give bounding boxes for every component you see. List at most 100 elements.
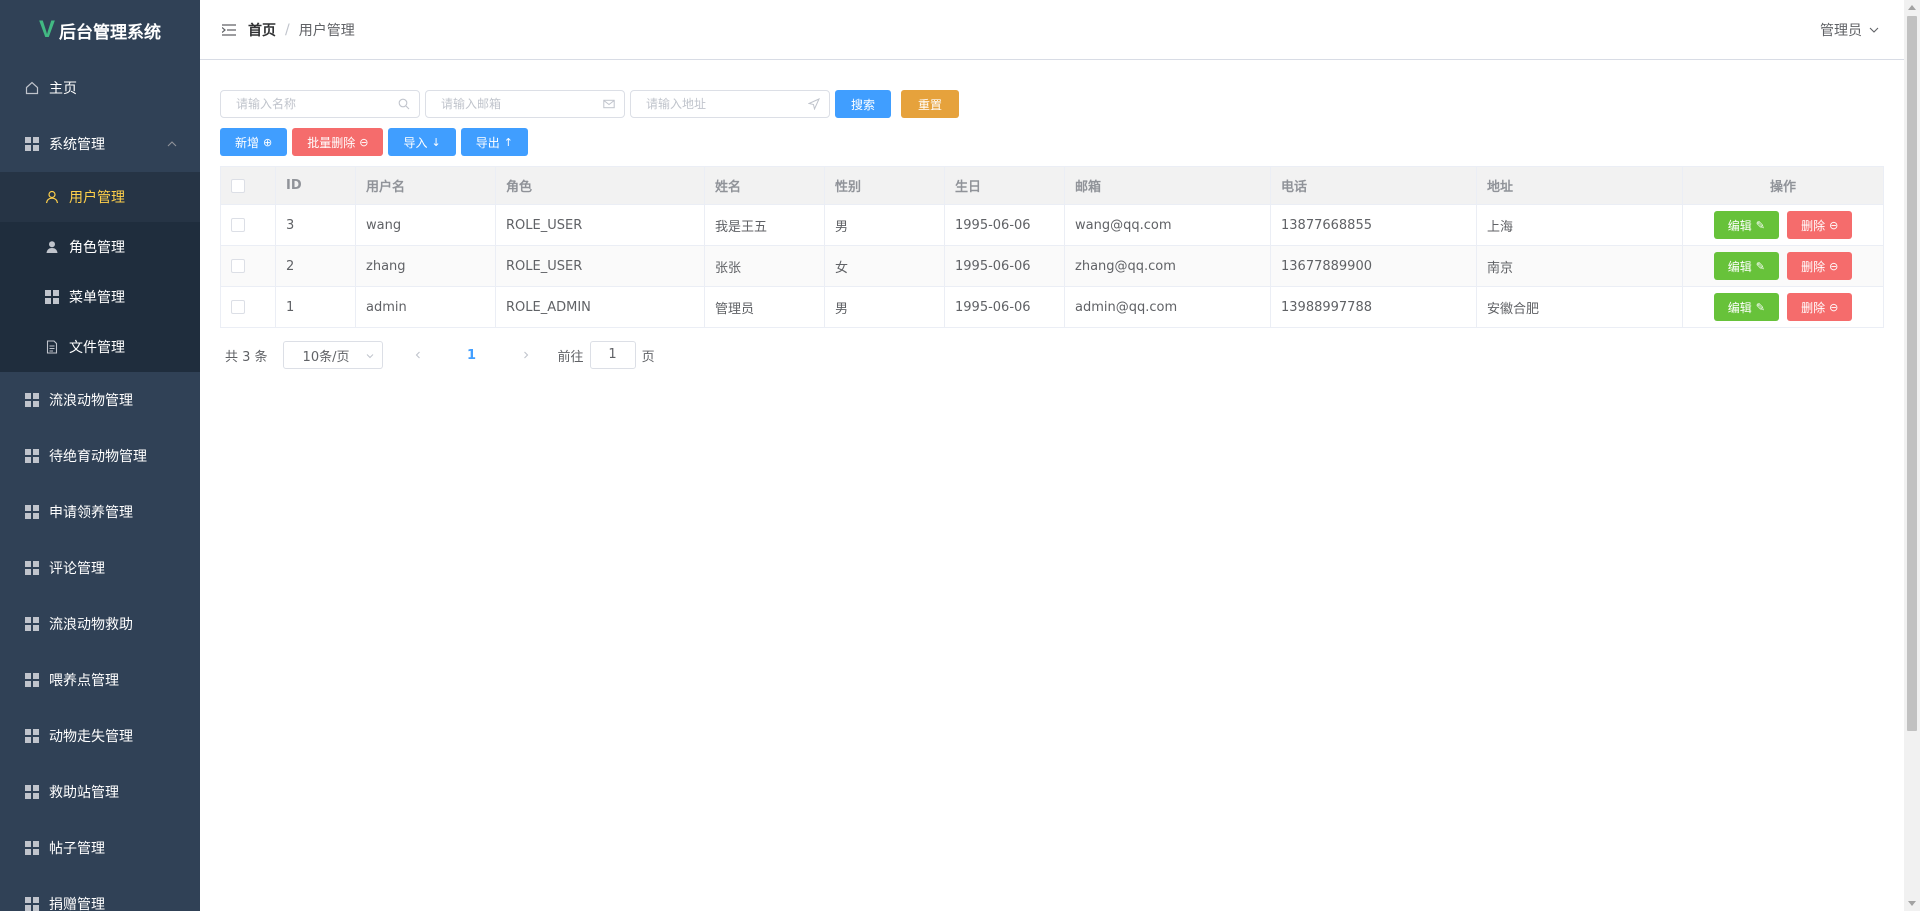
grid-icon [24, 616, 40, 632]
address-search-input[interactable] [631, 91, 829, 117]
scroll-up-arrow[interactable] [1908, 5, 1916, 10]
user-name: 管理员 [1820, 23, 1862, 39]
sidebar-item-label: 主页 [49, 81, 77, 97]
cell-id: 2 [275, 245, 356, 287]
pagination-total: 共 3 条 [225, 349, 268, 365]
grid-icon [24, 136, 40, 152]
sidebar-item-adoption[interactable]: 申请领养管理 [0, 484, 200, 540]
chevron-left-icon [415, 351, 420, 359]
column-header-birthday: 生日 [944, 166, 1065, 205]
sidebar-item-stray-animals[interactable]: 流浪动物管理 [0, 372, 200, 428]
edit-button[interactable]: 编辑 ✎ [1713, 211, 1779, 239]
sidebar: V 后台管理系统 主页 系统管理 用户管理 角色管理 菜单管理 文件管理 流浪动… [0, 0, 200, 911]
goto-page-input[interactable]: 1 [589, 341, 636, 369]
edit-pencil-icon: ✎ [1755, 218, 1765, 232]
delete-label: 删除 [1801, 300, 1826, 315]
grid-icon [24, 728, 40, 744]
export-label: 导出 [475, 135, 500, 150]
sidebar-item-feeding-points[interactable]: 喂养点管理 [0, 652, 200, 708]
column-header-phone: 电话 [1270, 166, 1477, 205]
cell-id: 1 [275, 286, 356, 328]
delete-button[interactable]: 删除 ⊖ [1787, 211, 1853, 239]
row-checkbox[interactable] [231, 300, 245, 314]
page-number-current[interactable]: 1 [457, 341, 487, 369]
breadcrumb-home[interactable]: 首页 [248, 20, 276, 40]
remove-icon: ⊖ [1829, 259, 1839, 273]
table-row: 3 wang ROLE_USER 我是王五 男 1995-06-06 wang@… [220, 204, 1884, 246]
cell-gender: 男 [824, 286, 945, 328]
table-header-row: ID 用户名 角色 姓名 性别 生日 邮箱 电话 地址 操作 [220, 166, 1884, 205]
grid-icon [44, 289, 60, 305]
top-header: 首页 / 用户管理 管理员 [200, 0, 1904, 60]
sidebar-item-role-management[interactable]: 角色管理 [0, 222, 200, 272]
grid-icon [24, 392, 40, 408]
grid-icon [24, 840, 40, 856]
import-button[interactable]: 导入 ↓ [388, 128, 456, 156]
sidebar-item-file-management[interactable]: 文件管理 [0, 322, 200, 372]
prev-page-button[interactable] [403, 341, 433, 369]
arrow-down-icon: ↓ [431, 135, 441, 149]
select-all-checkbox[interactable] [231, 178, 245, 193]
export-button[interactable]: 导出 ↑ [460, 128, 528, 156]
sidebar-item-sterilization[interactable]: 待绝育动物管理 [0, 428, 200, 484]
row-checkbox[interactable] [231, 218, 245, 232]
row-checkbox[interactable] [231, 259, 245, 273]
cell-username: admin [355, 286, 496, 328]
search-button[interactable]: 搜索 [835, 90, 892, 118]
email-search-input[interactable] [426, 91, 624, 117]
document-icon [44, 339, 60, 355]
scroll-down-arrow[interactable] [1908, 901, 1916, 906]
arrow-up-icon: ↑ [503, 135, 513, 149]
sidebar-item-label: 待绝育动物管理 [49, 449, 147, 465]
sidebar-item-home[interactable]: 主页 [0, 60, 200, 116]
sidebar-item-lost-animals[interactable]: 动物走失管理 [0, 708, 200, 764]
app-logo[interactable]: V 后台管理系统 [0, 0, 200, 60]
sidebar-item-label: 角色管理 [69, 240, 125, 256]
remove-icon: ⊖ [359, 135, 369, 149]
sidebar-item-posts[interactable]: 帖子管理 [0, 820, 200, 876]
sidebar-item-label: 申请领养管理 [49, 505, 133, 521]
cell-operations: 编辑 ✎ 删除 ⊖ [1682, 204, 1884, 246]
sidebar-item-comments[interactable]: 评论管理 [0, 540, 200, 596]
cell-birthday: 1995-06-06 [944, 245, 1065, 287]
main-content: 搜索 重置 新增 ⊕ 批量删除 ⊖ 导入 ↓ 导出 ↑ ID [220, 90, 1884, 369]
cell-name: 我是王五 [704, 204, 825, 246]
vertical-scrollbar[interactable] [1904, 0, 1920, 911]
user-dropdown[interactable]: 管理员 [1820, 0, 1880, 60]
user-icon [44, 189, 60, 205]
table-row: 1 admin ROLE_ADMIN 管理员 男 1995-06-06 admi… [220, 286, 1884, 328]
sidebar-item-menu-management[interactable]: 菜单管理 [0, 272, 200, 322]
search-bar: 搜索 重置 [220, 90, 1883, 118]
goto-suffix: 页 [641, 349, 655, 365]
page-size-value: 10条/页 [302, 349, 350, 365]
grid-icon [24, 784, 40, 800]
sidebar-item-user-management[interactable]: 用户管理 [0, 172, 200, 222]
edit-pencil-icon: ✎ [1755, 259, 1765, 273]
app-title: 后台管理系统 [59, 22, 161, 43]
next-page-button[interactable] [511, 341, 541, 369]
sidebar-item-rescue[interactable]: 流浪动物救助 [0, 596, 200, 652]
add-button[interactable]: 新增 ⊕ [220, 128, 288, 156]
reset-button[interactable]: 重置 [901, 90, 960, 118]
batch-delete-label: 批量删除 [307, 135, 356, 150]
row-select-cell [220, 245, 276, 287]
sidebar-item-donations[interactable]: 捐赠管理 [0, 876, 200, 911]
edit-label: 编辑 [1727, 300, 1752, 315]
grid-icon [24, 672, 40, 688]
sidebar-item-system[interactable]: 系统管理 [0, 116, 200, 172]
row-select-cell [220, 204, 276, 246]
message-icon [603, 99, 615, 109]
menu-fold-icon[interactable] [222, 23, 236, 36]
cell-address: 上海 [1476, 204, 1683, 246]
sidebar-item-rescue-stations[interactable]: 救助站管理 [0, 764, 200, 820]
name-search-input[interactable] [221, 91, 419, 117]
scrollbar-thumb[interactable] [1907, 16, 1917, 731]
delete-button[interactable]: 删除 ⊖ [1787, 293, 1853, 321]
edit-button[interactable]: 编辑 ✎ [1713, 252, 1779, 280]
page-size-select[interactable]: 10条/页 [282, 341, 383, 369]
edit-button[interactable]: 编辑 ✎ [1713, 293, 1779, 321]
batch-delete-button[interactable]: 批量删除 ⊖ [292, 128, 384, 156]
add-button-label: 新增 [235, 135, 260, 150]
delete-button[interactable]: 删除 ⊖ [1787, 252, 1853, 280]
remove-icon: ⊖ [1829, 218, 1839, 232]
